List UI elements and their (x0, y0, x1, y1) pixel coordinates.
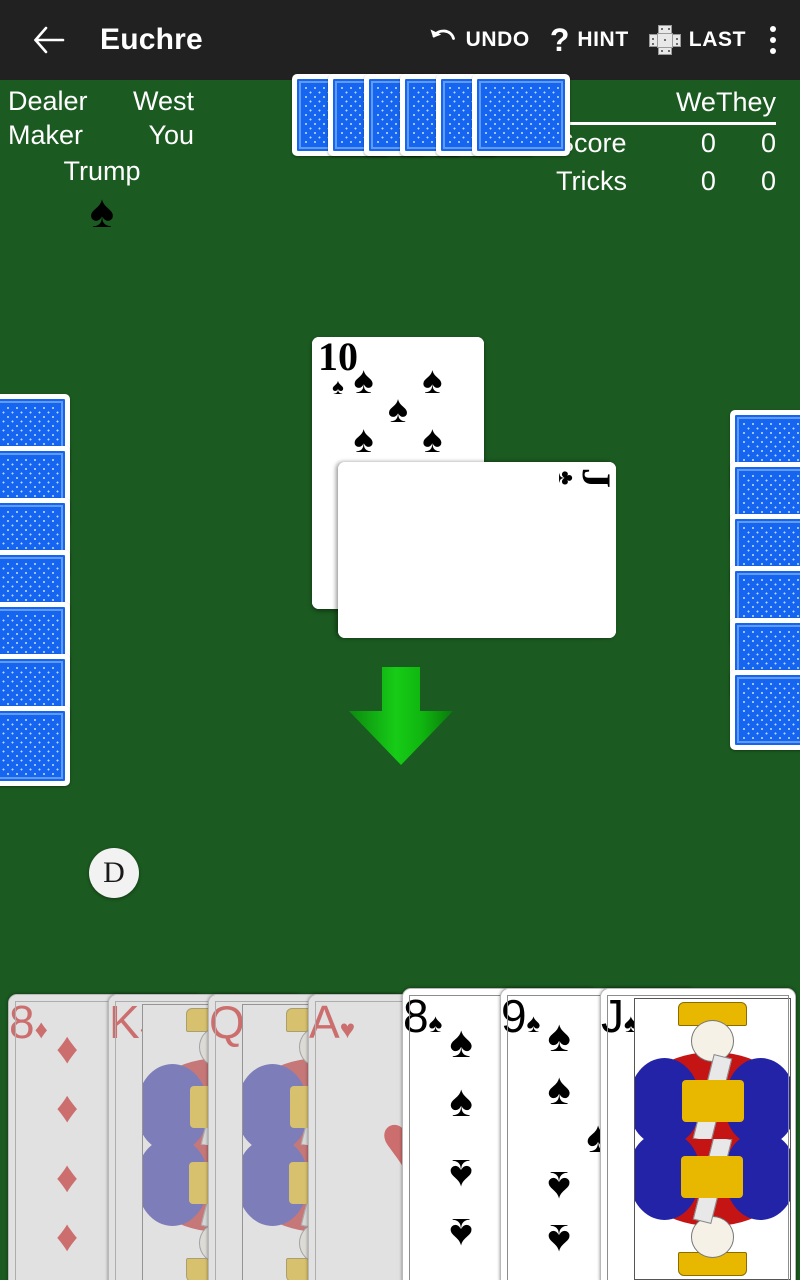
hand-card[interactable]: J♠ (600, 988, 796, 1280)
card-pip: ♠ (353, 419, 374, 462)
card-face: J ♣ (338, 462, 616, 638)
card-pip: ♠ (422, 359, 443, 402)
trick-card-east: J ♣ (338, 462, 616, 638)
card-inner-border (607, 995, 789, 1280)
card-pip: ♠ (353, 359, 374, 402)
card-pip: ♠ (387, 389, 409, 432)
green-down-arrow-icon (346, 665, 456, 767)
card-pip-grid (338, 462, 616, 638)
card-pip: ♠ (422, 419, 443, 462)
player-hand: 8♦♦♦♦♦♦♦♦♦K♦Q♥A♥♥8♠♠♠♠♠♠♠♠♠9♠♠♠♠♠♠♠♠♠♠J♠ (8, 970, 796, 1280)
dealer-chip: D (89, 848, 139, 898)
euchre-game-screen: Euchre UNDO ? HINT LAST Dealer West Make… (0, 0, 800, 1280)
